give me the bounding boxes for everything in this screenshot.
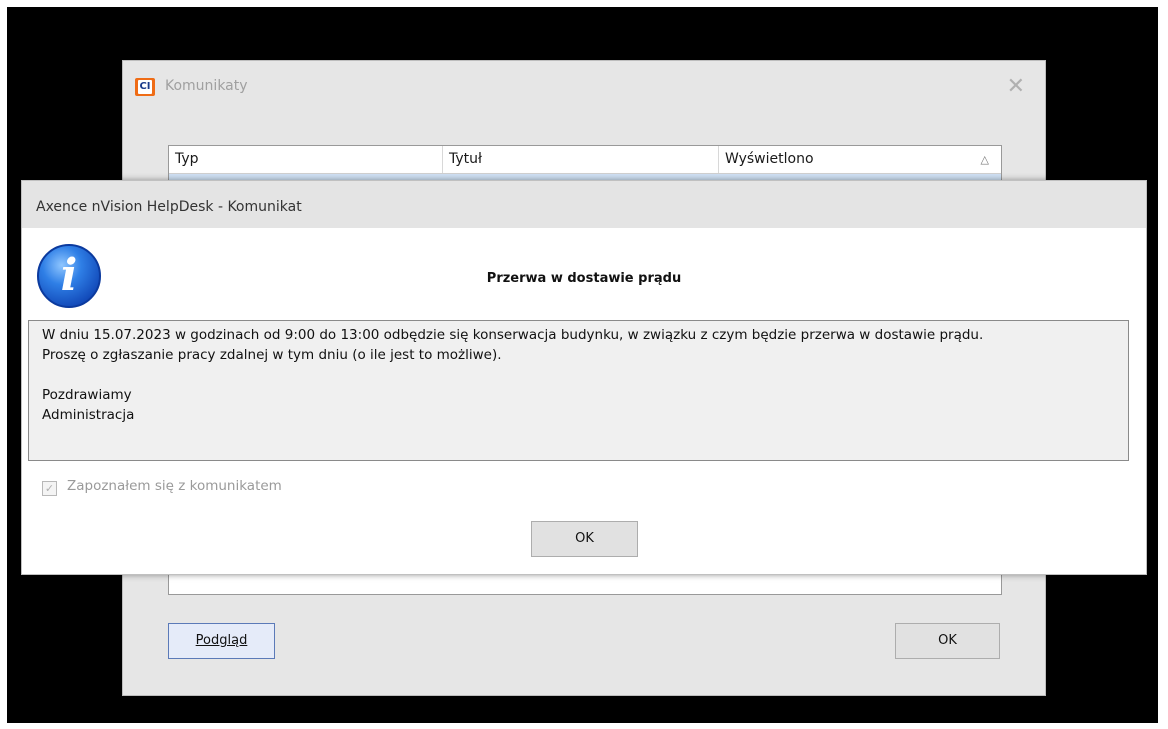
column-header-displayed[interactable]: Wyświetlono △ (719, 146, 1001, 173)
preview-button[interactable]: Podgląd (168, 623, 275, 659)
sort-ascending-icon: △ (980, 153, 989, 166)
close-icon[interactable]: ✕ (1007, 74, 1025, 99)
message-line (42, 365, 1128, 385)
acknowledge-checkbox[interactable]: ✓ Zapoznałem się z komunikatem (42, 478, 282, 496)
window-ok-button[interactable]: OK (895, 623, 1000, 659)
message-line: Administracja (42, 407, 135, 423)
column-header-type[interactable]: Typ (169, 146, 443, 173)
message-line: W dniu 15.07.2023 w godzinach od 9:00 do… (42, 327, 984, 343)
checkbox-checked-icon: ✓ (42, 481, 57, 496)
message-line: Pozdrawiamy (42, 387, 132, 403)
message-dialog: Axence nVision HelpDesk - Komunikat i Pr… (21, 180, 1147, 575)
messages-window-title: Komunikaty (165, 78, 248, 94)
dialog-ok-button[interactable]: OK (531, 521, 638, 557)
message-line: Proszę o zgłaszanie pracy zdalnej w tym … (42, 347, 502, 363)
dialog-body: i Przerwa w dostawie prądu W dniu 15.07.… (22, 228, 1146, 574)
message-text-box[interactable]: W dniu 15.07.2023 w godzinach od 9:00 do… (28, 320, 1129, 461)
acknowledge-label: Zapoznałem się z komunikatem (67, 478, 282, 494)
table-header: Typ Tytuł Wyświetlono △ (169, 146, 1001, 174)
app-icon: CI (135, 78, 155, 96)
column-header-title[interactable]: Tytuł (443, 146, 719, 173)
column-header-displayed-label: Wyświetlono (725, 151, 814, 167)
dialog-title: Axence nVision HelpDesk - Komunikat (36, 199, 302, 215)
messages-window-titlebar: CI Komunikaty ✕ (123, 61, 1045, 109)
message-title: Przerwa w dostawie prądu (486, 271, 682, 286)
